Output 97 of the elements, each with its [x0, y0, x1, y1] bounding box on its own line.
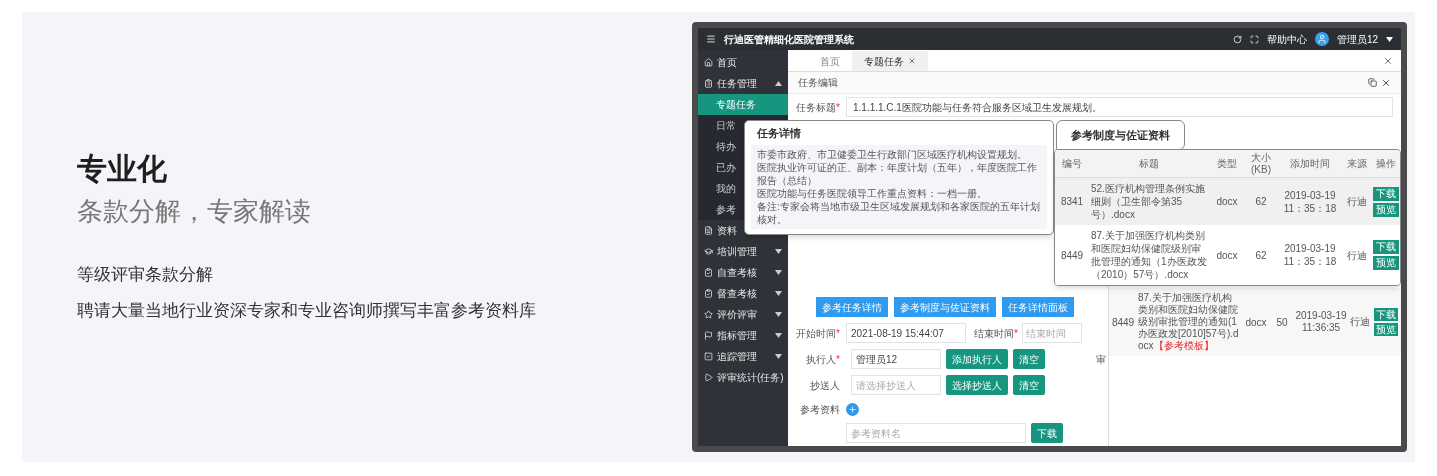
table-cell: 87.关于加强医疗机构类别和医院妇幼保健院级别审批管理的通知(1办医政发[2010]57号).docx【参考模板】: [1138, 292, 1240, 352]
column-header: 大小(KB): [1250, 151, 1272, 176]
caret-icon: [775, 270, 782, 275]
cap-icon: [704, 247, 713, 256]
sidebar-item[interactable]: 评价评审: [698, 304, 788, 325]
start-time-field[interactable]: 2021-08-19 15:44:07: [846, 323, 966, 343]
title-field[interactable]: 1.1.1.1.C.1医院功能与任务符合服务区域卫生发展规划。: [846, 97, 1393, 117]
action-button[interactable]: 预览: [1372, 256, 1399, 270]
sidebar-item[interactable]: 指标管理: [698, 325, 788, 346]
table-cell-text: 62: [1254, 248, 1268, 263]
user-name[interactable]: 管理员12: [1336, 31, 1378, 47]
table-cell-text: 50: [1275, 315, 1289, 330]
table-cell-text: docx: [1244, 315, 1268, 330]
feature-text: 聘请大量当地行业资深专家和专业咨询师撰写丰富参考资料库: [77, 300, 537, 322]
table-cell-text: 2019-03-19 11：35：18: [1282, 188, 1338, 215]
sidebar-item[interactable]: 追踪管理: [698, 346, 788, 367]
table-cell-text: docx: [1215, 248, 1239, 263]
table-cell-text: 62: [1254, 195, 1268, 209]
caret-icon: [775, 333, 782, 338]
column-header: 标题: [1138, 157, 1160, 170]
table-cell-text: 行迪: [1346, 248, 1368, 263]
sidebar-item[interactable]: 任务管理: [698, 73, 788, 94]
field-label: 开始时间*: [795, 326, 841, 341]
caret-icon: [775, 249, 782, 254]
table-cell-text: 8449: [1059, 248, 1085, 263]
table-cell-text: 行迪: [1346, 195, 1368, 209]
heading: 专业化: [77, 151, 168, 187]
checkbox-icon: [704, 352, 713, 361]
field-label: 审: [1096, 352, 1107, 367]
feature-text: 等级评审条款分解: [77, 264, 214, 286]
sidebar-subitem[interactable]: 专题任务: [698, 94, 788, 115]
close-icon[interactable]: [1381, 77, 1391, 88]
app-title: 行迪医管精细化医院管理系统: [724, 32, 855, 47]
action-button[interactable]: 清空: [1013, 375, 1045, 395]
close-icon[interactable]: [908, 57, 916, 65]
executor-field[interactable]: 管理员12: [851, 349, 941, 369]
play-icon: [704, 373, 713, 382]
caret-icon: [775, 312, 782, 317]
field-label: 参考资料: [799, 402, 841, 417]
star-icon: [704, 310, 713, 319]
action-button[interactable]: 下载: [1031, 423, 1063, 443]
column-header: 类型: [1216, 157, 1238, 170]
close-icon[interactable]: [1383, 56, 1393, 66]
caret-icon: [775, 354, 782, 359]
action-button[interactable]: 清空: [1013, 349, 1045, 369]
window-icon[interactable]: [1368, 78, 1377, 87]
sidebar-item[interactable]: 培训管理: [698, 241, 788, 262]
table-cell-text: 8341: [1059, 195, 1085, 209]
table-cell-text: 2019-03-19 11:36:35: [1294, 310, 1348, 334]
column-header: 来源: [1346, 157, 1368, 170]
help-link[interactable]: 帮助中心: [1266, 31, 1307, 47]
action-button[interactable]: 预览: [1374, 323, 1398, 336]
action-button[interactable]: 下载: [1372, 186, 1399, 201]
table-cell-text: docx: [1215, 195, 1239, 209]
clipboard-icon: [704, 79, 713, 88]
end-time-field[interactable]: 结束时间: [1021, 323, 1082, 343]
caret-icon: [1386, 36, 1393, 42]
table-cell: 行迪: [1350, 316, 1370, 328]
house-icon: [704, 58, 713, 67]
field-label: 任务标题*: [795, 100, 841, 115]
clipboard-icon: [704, 289, 713, 298]
table-cell-text: 52.医疗机构管理条例实施细则（卫生部令第35号）.docx: [1090, 182, 1206, 221]
subheading: 条款分解，专家解读: [77, 195, 312, 228]
field-label: 结束时间*: [973, 326, 1019, 341]
tab[interactable]: 首页: [808, 51, 852, 71]
menu-icon[interactable]: [706, 34, 716, 44]
table-cell-text: 2019-03-19 11：35：18: [1282, 242, 1338, 268]
caret-icon: [775, 81, 782, 86]
tab[interactable]: 专题任务: [852, 51, 928, 71]
add-icon[interactable]: [846, 402, 859, 416]
column-header: 编号: [1061, 157, 1083, 170]
flag-icon: [704, 331, 713, 340]
sidebar-item[interactable]: 自查考核: [698, 262, 788, 283]
section-title: 任务编辑: [798, 76, 838, 90]
column-header: 操作: [1374, 157, 1397, 170]
sidebar-item[interactable]: 首页: [698, 52, 788, 73]
action-button[interactable]: 下载: [1372, 240, 1399, 254]
clipboard-icon: [704, 268, 713, 277]
table-cell-text: 87.关于加强医疗机构类别和医院妇幼保健院级别审批管理的通知（1办医政发（2010）57号）.docx: [1090, 229, 1208, 281]
field-label: 执行人*: [805, 352, 841, 367]
cc-field[interactable]: 请选择抄送人: [851, 375, 941, 395]
table-cell-text: 8449: [1110, 315, 1136, 330]
reference-name-field[interactable]: 参考资料名: [846, 423, 1026, 443]
sidebar-item[interactable]: 评审统计(任务): [698, 367, 788, 388]
column-header: 添加时间: [1289, 157, 1331, 170]
action-button[interactable]: 选择抄送人: [946, 375, 1008, 395]
action-button[interactable]: 添加执行人: [946, 349, 1008, 369]
action-button[interactable]: 预览: [1372, 202, 1399, 217]
field-label: 抄送人: [809, 378, 841, 393]
action-button[interactable]: 下载: [1374, 308, 1398, 321]
popup-title: 参考制度与佐证资料: [1056, 120, 1185, 150]
avatar-icon[interactable]: [1314, 32, 1329, 46]
sidebar-item[interactable]: 督查考核: [698, 283, 788, 304]
document-icon: [704, 226, 713, 235]
caret-icon: [775, 291, 782, 296]
refresh-icon[interactable]: [1232, 34, 1242, 44]
expand-icon[interactable]: [1249, 34, 1259, 44]
